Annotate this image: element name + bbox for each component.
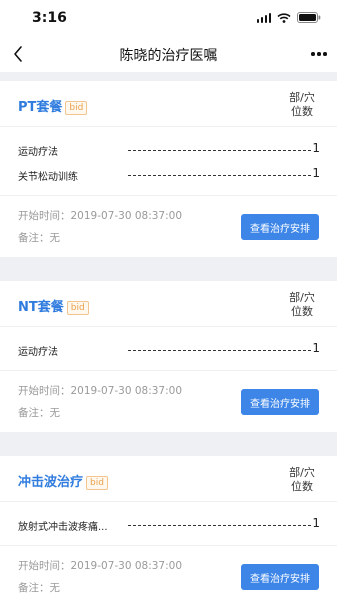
treatment-name: 运动疗法 bbox=[18, 147, 58, 158]
treatment-count: 1 bbox=[312, 141, 320, 155]
package-name-text: NT套餐 bbox=[18, 300, 64, 315]
package-card-shockwave: 冲击波治疗 bid 部/穴 位数 放射式冲击波疼痛... 1 开始时间：2019-0… bbox=[0, 456, 337, 600]
package-header: PT套餐 bid 部/穴 位数 bbox=[0, 81, 337, 127]
treatment-item: 运动疗法 1 bbox=[0, 337, 337, 362]
remark: 备注：无 bbox=[18, 407, 60, 419]
unit-label-line1: 部/穴 bbox=[289, 466, 315, 479]
package-name: PT套餐 bid bbox=[18, 96, 88, 115]
leader-line bbox=[128, 175, 311, 176]
remark: 备注：无 bbox=[18, 232, 60, 244]
start-time: 开始时间：2019-07-30 08:37:00 bbox=[18, 385, 183, 397]
leader-line bbox=[128, 525, 311, 526]
battery-icon bbox=[297, 12, 321, 23]
view-schedule-button[interactable]: 查看治疗安排 bbox=[241, 389, 319, 415]
treatment-count: 1 bbox=[312, 166, 320, 180]
treatment-item: 运动疗法 1 bbox=[0, 137, 337, 162]
status-time: 3:16 bbox=[32, 10, 67, 26]
package-header: NT套餐 bid 部/穴 位数 bbox=[0, 281, 337, 327]
nav-bar: 陈晓的治疗医嘱 bbox=[0, 36, 337, 72]
unit-column-label: 部/穴 位数 bbox=[287, 91, 317, 119]
treatment-items: 放射式冲击波疼痛... 1 bbox=[0, 502, 337, 545]
treatment-items: 运动疗法 1 关节松动训练 1 bbox=[0, 127, 337, 195]
status-icons bbox=[256, 12, 322, 23]
page-title: 陈晓的治疗医嘱 bbox=[119, 48, 218, 64]
more-icon[interactable] bbox=[311, 44, 329, 64]
treatment-item: 关节松动训练 1 bbox=[0, 162, 337, 187]
package-footer: 开始时间：2019-07-30 08:37:00 备注：无 查看治疗安排 bbox=[0, 370, 337, 432]
leader-line bbox=[128, 150, 311, 151]
unit-label-line2: 位数 bbox=[291, 305, 313, 318]
package-card-nt: NT套餐 bid 部/穴 位数 运动疗法 1 开始时间：2019-07-30 08:… bbox=[0, 281, 337, 432]
leader-line bbox=[128, 350, 311, 351]
start-time: 开始时间：2019-07-30 08:37:00 bbox=[18, 560, 183, 572]
package-card-pt: PT套餐 bid 部/穴 位数 运动疗法 1 关节松动训练 1 开始时间：2019-… bbox=[0, 81, 337, 257]
frequency-badge: bid bbox=[65, 101, 88, 115]
package-footer: 开始时间：2019-07-30 08:37:00 备注：无 查看治疗安排 bbox=[0, 195, 337, 257]
package-name: 冲击波治疗 bid bbox=[18, 471, 108, 490]
unit-column-label: 部/穴 位数 bbox=[287, 291, 317, 319]
frequency-badge: bid bbox=[86, 476, 108, 490]
start-time: 开始时间：2019-07-30 08:37:00 bbox=[18, 210, 183, 222]
treatment-count: 1 bbox=[312, 341, 320, 355]
treatment-count: 1 bbox=[312, 516, 320, 530]
package-footer: 开始时间：2019-07-30 08:37:00 备注：无 查看治疗安排 bbox=[0, 545, 337, 600]
unit-label-line1: 部/穴 bbox=[289, 291, 315, 304]
remark: 备注：无 bbox=[18, 582, 60, 594]
frequency-badge: bid bbox=[66, 301, 89, 315]
signal-icon bbox=[256, 12, 271, 23]
unit-label-line2: 位数 bbox=[291, 480, 313, 493]
unit-label-line2: 位数 bbox=[291, 105, 313, 118]
treatment-name: 运动疗法 bbox=[18, 347, 58, 358]
package-header: 冲击波治疗 bid 部/穴 位数 bbox=[0, 456, 337, 502]
status-bar: 3:16 bbox=[0, 0, 337, 36]
package-name: NT套餐 bid bbox=[18, 296, 89, 315]
treatment-item: 放射式冲击波疼痛... 1 bbox=[0, 512, 337, 537]
unit-column-label: 部/穴 位数 bbox=[287, 466, 317, 494]
view-schedule-button[interactable]: 查看治疗安排 bbox=[241, 214, 319, 240]
unit-label-line1: 部/穴 bbox=[289, 91, 315, 104]
view-schedule-button[interactable]: 查看治疗安排 bbox=[241, 564, 319, 590]
treatment-name: 放射式冲击波疼痛... bbox=[18, 522, 108, 533]
wifi-icon bbox=[277, 12, 291, 23]
package-name-text: 冲击波治疗 bbox=[18, 475, 84, 490]
treatment-items: 运动疗法 1 bbox=[0, 327, 337, 370]
package-name-text: PT套餐 bbox=[18, 100, 63, 115]
treatment-name: 关节松动训练 bbox=[18, 172, 78, 183]
